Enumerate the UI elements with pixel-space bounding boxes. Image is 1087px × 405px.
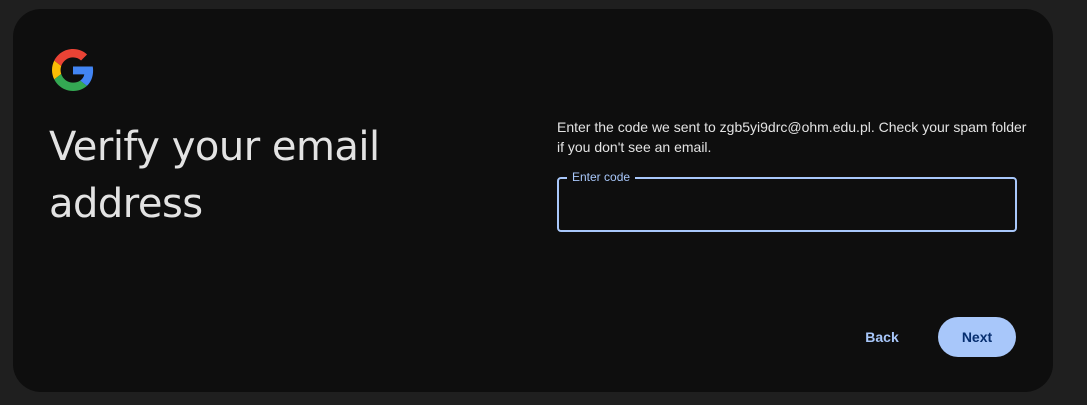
code-field[interactable]: Enter code: [557, 169, 1017, 232]
instructions-text: Enter the code we sent to zgb5yi9drc@ohm…: [557, 119, 1027, 155]
next-button[interactable]: Next: [938, 317, 1016, 357]
code-input[interactable]: [559, 179, 1015, 230]
google-logo-icon: [52, 49, 94, 91]
verify-email-card: Verify your email address Enter the code…: [13, 9, 1053, 392]
page-title: Verify your email address: [49, 124, 380, 227]
back-button[interactable]: Back: [847, 317, 917, 357]
